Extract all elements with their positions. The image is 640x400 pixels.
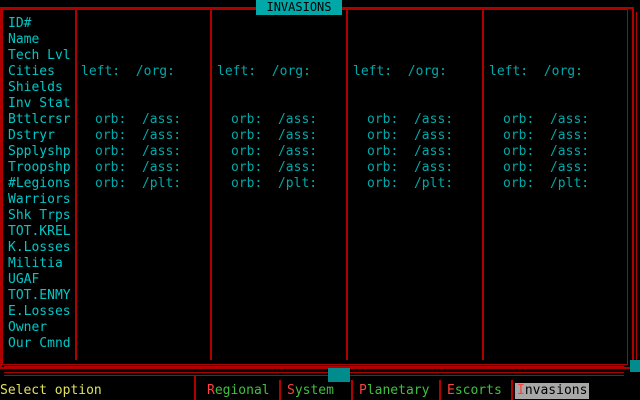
menu-separator <box>351 380 353 400</box>
column-divider <box>210 10 212 360</box>
cell-value: orb: /ass: <box>231 144 318 159</box>
vertical-scroll-thumb[interactable] <box>630 360 640 372</box>
cell-value: orb: /ass: <box>231 112 318 127</box>
row-label: Our Cmnd <box>8 336 71 351</box>
row-label: Dstryr <box>8 128 55 143</box>
cell-value: orb: /plt: <box>367 176 454 191</box>
row-label: Bttlcrsr <box>8 112 71 127</box>
cell-value: orb: /plt: <box>503 176 590 191</box>
row-label: Spplyshp <box>8 144 71 159</box>
cell-value: orb: /ass: <box>95 144 182 159</box>
row-label: Troopshp <box>8 160 71 175</box>
menu-item-escorts[interactable]: Escorts <box>447 383 502 399</box>
vertical-scrollbar[interactable] <box>632 12 637 366</box>
row-label: Militia <box>8 256 63 271</box>
cell-value: orb: /plt: <box>95 176 182 191</box>
column-divider <box>346 10 348 360</box>
row-label: UGAF <box>8 272 40 287</box>
menu-hotkey: I <box>517 383 525 398</box>
row-label: Name <box>8 32 40 47</box>
cell-value: orb: /ass: <box>503 112 590 127</box>
menu-item-planetary[interactable]: Planetary <box>359 383 429 399</box>
menu-item-system[interactable]: System <box>287 383 334 399</box>
row-label: Tech Lvl <box>8 48 71 63</box>
cell-value: orb: /ass: <box>503 144 590 159</box>
row-label: E.Losses <box>8 304 71 319</box>
menu-separator <box>439 380 441 400</box>
cell-value: orb: /ass: <box>367 128 454 143</box>
row-label: TOT.KREL <box>8 224 71 239</box>
menu-hotkey: R <box>207 383 215 398</box>
cell-value: orb: /ass: <box>231 160 318 175</box>
cell-value: orb: /ass: <box>367 160 454 175</box>
cell-value: left: /org: <box>81 64 175 79</box>
window-title: INVASIONS <box>256 0 342 15</box>
menu-label: egional <box>214 383 270 398</box>
frame-bottom-line <box>4 366 624 367</box>
row-label: #Legions <box>8 176 71 191</box>
menu-label: lanetary <box>366 383 430 398</box>
row-label: Shk Trps <box>8 208 71 223</box>
cell-value: orb: /ass: <box>95 112 182 127</box>
menu-label: ystem <box>294 383 334 398</box>
row-label: K.Losses <box>8 240 71 255</box>
row-label: Inv Stat <box>8 96 71 111</box>
cell-value: orb: /ass: <box>95 160 182 175</box>
cell-value: orb: /plt: <box>231 176 318 191</box>
row-label: Owner <box>8 320 48 335</box>
menu-label: scorts <box>454 383 502 398</box>
cell-value: orb: /ass: <box>503 160 590 175</box>
menu-hotkey: P <box>359 383 367 398</box>
menu-label: nvasions <box>524 383 588 398</box>
column-divider <box>482 10 484 360</box>
cell-value: left: /org: <box>353 64 447 79</box>
row-label: TOT.ENMY <box>8 288 71 303</box>
row-label: Shields <box>8 80 63 95</box>
row-label: ID# <box>8 16 32 31</box>
status-prompt: Select option <box>0 383 102 398</box>
menu-hotkey: E <box>447 383 455 398</box>
cell-value: orb: /ass: <box>367 112 454 127</box>
cell-value: left: /org: <box>217 64 311 79</box>
menu-item-invasions[interactable]: Invasions <box>515 383 590 399</box>
menu-item-regional[interactable]: Regional <box>207 383 270 399</box>
cell-value: orb: /ass: <box>367 144 454 159</box>
menu-hotkey: S <box>287 383 295 398</box>
menu-separator <box>279 380 281 400</box>
cell-value: orb: /ass: <box>503 128 590 143</box>
cell-value: orb: /ass: <box>231 128 318 143</box>
row-label: Cities <box>8 64 55 79</box>
menu-separator <box>511 380 513 400</box>
cell-value: orb: /ass: <box>95 128 182 143</box>
cell-value: left: /org: <box>489 64 583 79</box>
row-label: Warriors <box>8 192 71 207</box>
